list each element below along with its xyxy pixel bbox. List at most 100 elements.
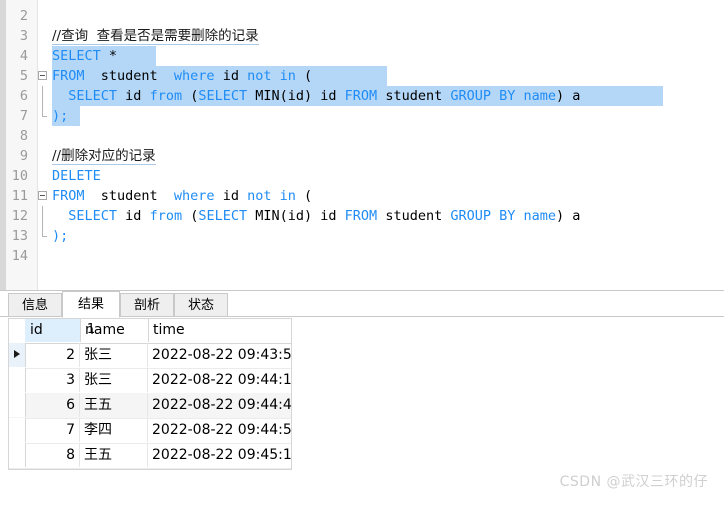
- code-line[interactable]: 14: [0, 246, 724, 266]
- code-text: id: [214, 188, 248, 204]
- sql-keyword: FROM: [344, 88, 378, 104]
- code-line[interactable]: 10 DELETE: [0, 166, 724, 186]
- sql-keyword: SELECT: [52, 48, 101, 64]
- cell-time[interactable]: 2022-08-22 09:44:59: [148, 418, 291, 442]
- code-comment: //查询 查看是否是需要删除的记录: [52, 28, 259, 45]
- table-row[interactable]: 7 李四 2022-08-22 09:44:59: [9, 418, 291, 444]
- code-line[interactable]: 2: [0, 6, 724, 26]
- code-text: MIN(id) id: [247, 88, 345, 104]
- code-line-text: //查询 查看是否是需要删除的记录: [52, 26, 259, 46]
- results-tab[interactable]: 信息: [8, 293, 62, 317]
- code-text: (: [182, 88, 199, 104]
- code-line-text: SELECT id from (SELECT MIN(id) id FROM s…: [52, 86, 580, 106]
- fold-guide-end: [42, 226, 47, 237]
- sql-keyword: SELECT: [198, 208, 248, 224]
- editor-lines[interactable]: 2 3 //查询 查看是否是需要删除的记录 4 SELECT * 5 FROM studen…: [0, 6, 724, 266]
- cell-name[interactable]: 李四: [80, 418, 148, 442]
- sql-editor-pane[interactable]: 2 3 //查询 查看是否是需要删除的记录 4 SELECT * 5 FROM studen…: [0, 0, 724, 290]
- cell-time[interactable]: 2022-08-22 09:44:11: [148, 368, 291, 392]
- code-line[interactable]: 13);: [0, 226, 724, 246]
- line-number: 8: [19, 128, 28, 144]
- code-line[interactable]: 8: [0, 126, 724, 146]
- code-text: id: [117, 88, 150, 104]
- sql-keyword: FROM: [344, 208, 378, 224]
- code-text: student: [377, 88, 451, 104]
- cell-id[interactable]: 3: [25, 368, 80, 392]
- code-text: (: [295, 68, 313, 84]
- code-text: id: [117, 208, 150, 224]
- results-tab-bar[interactable]: 信息 结果 1 剖析 状态: [0, 291, 724, 337]
- row-selector-cell[interactable]: [9, 393, 26, 417]
- column-header-time[interactable]: time: [148, 319, 291, 342]
- line-number: 2: [19, 8, 28, 24]
- code-line-text: FROM student where id not in (: [52, 66, 312, 86]
- cell-time[interactable]: 2022-08-22 09:45:13: [148, 443, 291, 467]
- table-row[interactable]: 3 张三 2022-08-22 09:44:11: [9, 368, 291, 394]
- cell-id[interactable]: 6: [25, 393, 80, 417]
- results-tab[interactable]: 状态: [174, 293, 228, 317]
- code-line-text: SELECT id from (SELECT MIN(id) id FROM s…: [52, 206, 580, 226]
- sql-keyword: FROM: [52, 188, 85, 204]
- sql-keyword: not in: [247, 188, 296, 204]
- grid-corner-cell[interactable]: [9, 319, 26, 342]
- code-line-text: );: [52, 106, 68, 126]
- cell-name[interactable]: 张三: [80, 368, 148, 392]
- column-header-id[interactable]: id: [25, 319, 81, 342]
- result-grid-header-row[interactable]: id name time: [9, 319, 291, 344]
- cell-name[interactable]: 张三: [80, 343, 148, 367]
- cell-id[interactable]: 8: [25, 443, 80, 467]
- code-line[interactable]: 12 SELECT id from (SELECT MIN(id) id FRO…: [0, 206, 724, 226]
- code-line[interactable]: 9 //删除对应的记录: [0, 146, 724, 166]
- line-number: 7: [19, 108, 28, 124]
- fold-guide-line: [42, 206, 43, 226]
- code-text: student: [377, 208, 451, 224]
- sql-keyword: from: [149, 88, 183, 104]
- cell-time[interactable]: 2022-08-22 09:44:48: [148, 393, 291, 417]
- code-text: ) a: [556, 88, 581, 104]
- table-row[interactable]: 2 张三 2022-08-22 09:43:58: [9, 343, 291, 369]
- table-row[interactable]: 6 王五 2022-08-22 09:44:48: [9, 393, 291, 419]
- row-selector-cell[interactable]: [9, 368, 26, 392]
- sql-keyword: where: [173, 188, 215, 204]
- sql-keyword: where: [173, 68, 215, 84]
- table-row[interactable]: 8 王五 2022-08-22 09:45:13: [9, 443, 291, 469]
- line-number: 9: [19, 148, 28, 164]
- line-number: 5: [19, 68, 28, 84]
- results-tab[interactable]: 剖析: [120, 293, 174, 317]
- row-selector-cell[interactable]: [9, 443, 26, 467]
- sql-keyword: SELECT: [68, 208, 118, 224]
- code-line-text: );: [52, 226, 68, 246]
- sql-keyword: not in: [247, 68, 296, 84]
- sql-keyword: SELECT: [198, 88, 248, 104]
- cell-id[interactable]: 2: [25, 343, 80, 367]
- code-line[interactable]: 3 //查询 查看是否是需要删除的记录: [0, 26, 724, 46]
- code-line[interactable]: 11 FROM student where id not in (: [0, 186, 724, 206]
- cell-name[interactable]: 王五: [80, 443, 148, 467]
- code-line[interactable]: 5 FROM student where id not in (: [0, 66, 724, 86]
- results-tab[interactable]: 结果 1: [62, 291, 120, 337]
- code-text: id: [214, 68, 248, 84]
- sql-keyword: GROUP BY name: [450, 208, 557, 224]
- code-line[interactable]: 4 SELECT *: [0, 46, 724, 66]
- code-text: (: [182, 208, 199, 224]
- cell-id[interactable]: 7: [25, 418, 80, 442]
- fold-collapse-icon[interactable]: [38, 191, 47, 200]
- code-line[interactable]: 6 SELECT id from (SELECT MIN(id) id FROM…: [0, 86, 724, 106]
- cell-time[interactable]: 2022-08-22 09:43:58: [148, 343, 291, 367]
- code-line[interactable]: 7);: [0, 106, 724, 126]
- results-pane: 信息 结果 1 剖析 状态 id name time 2 张三 2022-08-22 09:4…: [0, 290, 724, 505]
- cell-name[interactable]: 王五: [80, 393, 148, 417]
- row-selector-cell[interactable]: [9, 343, 26, 367]
- result-grid-frame[interactable]: id name time 2 张三 2022-08-22 09:43:58 3 张三 2022…: [8, 318, 292, 470]
- sql-keyword: );: [52, 108, 69, 124]
- line-number: 10: [11, 168, 28, 184]
- code-line-text: //删除对应的记录: [52, 146, 156, 166]
- row-selector-cell[interactable]: [9, 418, 26, 442]
- line-number: 4: [19, 48, 28, 64]
- sql-keyword: SELECT: [68, 88, 118, 104]
- csdn-watermark: CSDN @武汉三环的仔: [559, 474, 708, 490]
- current-row-arrow-icon: [14, 350, 20, 358]
- line-number: 11: [11, 188, 28, 204]
- fold-collapse-icon[interactable]: [38, 71, 47, 80]
